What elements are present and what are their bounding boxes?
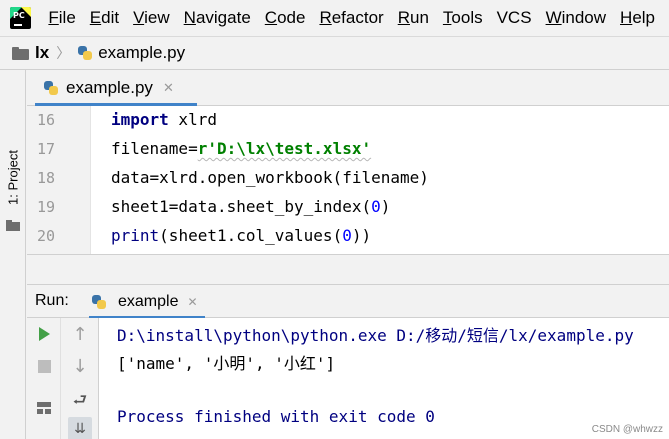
line-number: 17 <box>36 140 55 158</box>
run-console[interactable]: D:\install\python\python.exe D:/移动/短信/lx… <box>99 318 669 439</box>
line-number-gutter: 16 17 18 19 20 <box>27 106 91 254</box>
close-tab-icon[interactable]: ✕ <box>163 80 174 96</box>
scroll-to-end-icon: ⇊ <box>74 421 86 437</box>
run-panel-header: Run: example ✕ <box>27 284 669 319</box>
menu-view[interactable]: View <box>133 0 170 36</box>
run-toolbar-secondary: ↑ ↓ ⮐ ⇊ <box>61 318 99 439</box>
code-line: print(sheet1.col_values(0)) <box>111 226 372 245</box>
panel-splitter[interactable] <box>27 254 669 284</box>
breadcrumb-separator: 〉 <box>56 45 71 61</box>
tab-label: example.py <box>66 78 153 97</box>
stop-button[interactable] <box>32 354 56 378</box>
menu-vcs[interactable]: VCS <box>497 0 532 36</box>
scroll-down-button[interactable]: ↓ <box>68 355 92 379</box>
project-tool-tab[interactable]: 1: Project <box>3 148 23 214</box>
layout-icon <box>37 402 51 414</box>
line-number: 18 <box>36 169 55 187</box>
pycharm-logo-icon: PC <box>10 7 32 29</box>
python-file-icon <box>43 80 59 96</box>
arrow-down-icon: ↓ <box>72 356 88 377</box>
menu-bar: PC File Edit View Navigate Code Refactor… <box>0 0 669 36</box>
console-command-line: D:\install\python\python.exe D:/移动/短信/lx… <box>117 326 634 345</box>
scroll-to-end-button[interactable]: ⇊ <box>68 417 92 439</box>
layout-button[interactable] <box>32 396 56 420</box>
code-line: data=xlrd.open_workbook(filename) <box>111 168 429 187</box>
arrow-up-icon: ↑ <box>72 324 88 345</box>
breadcrumb: lx 〉 example.py <box>0 36 669 70</box>
stop-icon <box>37 359 51 373</box>
code-line: import xlrd <box>111 110 217 129</box>
scroll-up-button[interactable]: ↑ <box>68 323 92 347</box>
menu-help[interactable]: Help <box>620 0 655 36</box>
menu-window[interactable]: Window <box>546 0 606 36</box>
play-icon <box>38 327 50 341</box>
editor-tab-bar: example.py ✕ <box>27 70 669 107</box>
watermark: CSDN @whwzz <box>591 424 663 435</box>
menu-tools[interactable]: Tools <box>443 0 483 36</box>
breadcrumb-project[interactable]: lx <box>35 43 49 63</box>
console-output-line: ['name', '小明', '小红'] <box>117 354 336 373</box>
line-number: 19 <box>36 198 55 216</box>
menu-run[interactable]: Run <box>398 0 429 36</box>
menu-navigate[interactable]: Navigate <box>184 0 251 36</box>
rerun-button[interactable] <box>32 322 56 346</box>
close-run-tab-icon[interactable]: ✕ <box>187 295 197 309</box>
tool-window-strip: 1: Project <box>0 70 26 439</box>
code-editor[interactable]: 16 17 18 19 20 import xlrd filename=r'D:… <box>27 106 669 254</box>
project-tool-tab-label: 1: Project <box>5 150 21 205</box>
run-tab-label: example <box>118 292 179 310</box>
code-line: filename=r'D:\lx\test.xlsx' <box>111 139 372 158</box>
run-tab-example[interactable]: example ✕ <box>89 285 205 319</box>
run-panel-label: Run: <box>35 292 69 309</box>
soft-wrap-icon: ⮐ <box>72 390 88 409</box>
menu-edit[interactable]: Edit <box>90 0 119 36</box>
python-file-icon <box>77 45 93 61</box>
code-line: sheet1=data.sheet_by_index(0) <box>111 197 391 216</box>
soft-wrap-button[interactable]: ⮐ <box>68 388 92 412</box>
breadcrumb-file[interactable]: example.py <box>98 43 185 63</box>
run-toolbar-primary <box>27 318 61 439</box>
python-icon <box>91 294 107 310</box>
menu-code[interactable]: Code <box>265 0 306 36</box>
structure-folder-icon[interactable] <box>6 220 20 231</box>
tab-example-py[interactable]: example.py ✕ <box>35 70 197 107</box>
folder-icon <box>12 46 29 60</box>
menu-refactor[interactable]: Refactor <box>319 0 383 36</box>
line-number: 16 <box>36 111 55 129</box>
menu-file[interactable]: File <box>48 0 75 36</box>
console-exit-line: Process finished with exit code 0 <box>117 407 435 426</box>
line-number: 20 <box>36 227 55 245</box>
